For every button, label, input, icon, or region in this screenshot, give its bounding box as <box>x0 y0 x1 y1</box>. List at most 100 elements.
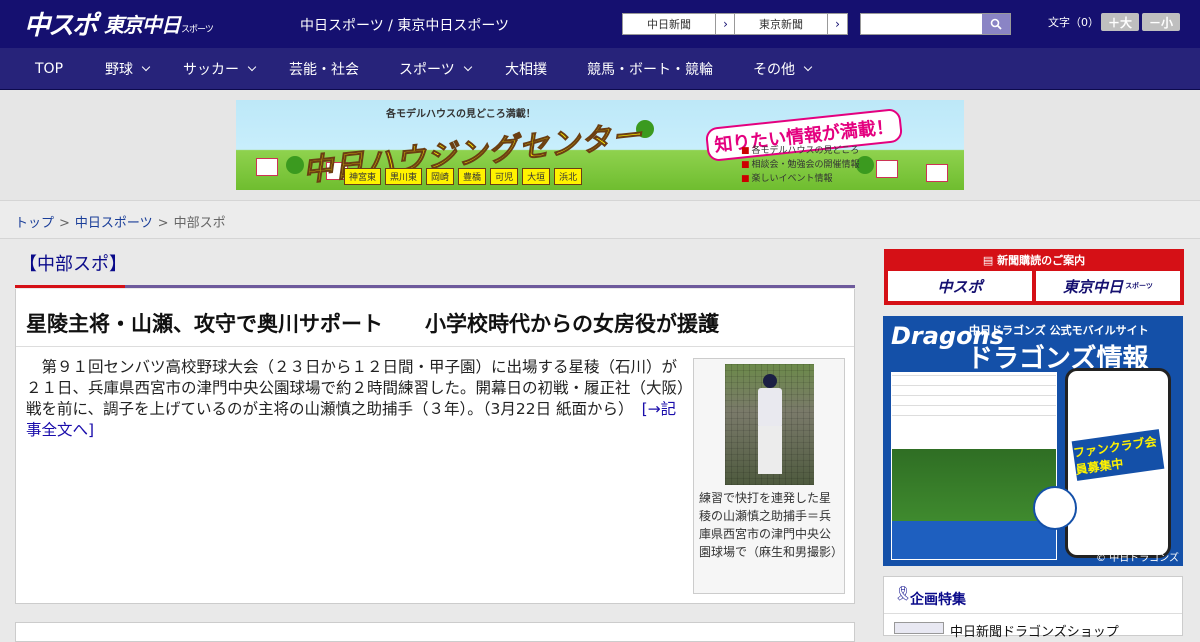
screen-footer-illustration <box>892 521 1056 559</box>
breadcrumb: トップ > 中日スポーツ > 中部スポ <box>15 212 226 231</box>
housing-center-ad[interactable]: 各モデルハウスの見どころ満載！ 中日ハウジングセンター 知りたい情報が満載！ 各… <box>236 100 964 190</box>
dragons-screen-mockup <box>891 372 1057 560</box>
subscription-title-text: 新聞購読のご案内 <box>997 254 1086 267</box>
special-features-title: 企画特集 <box>910 592 966 608</box>
dragons-shop-link[interactable]: 中日新聞ドラゴンズショップ <box>950 621 1119 640</box>
ad-top-text: 各モデルハウスの見どころ満載！ <box>386 109 536 120</box>
section-header: 【中部スポ】 <box>15 248 855 288</box>
nav-item-baseball[interactable]: 野球 <box>105 48 151 90</box>
nav-label: 大相撲 <box>505 62 547 78</box>
article-title[interactable]: 星陵主将・山瀬、攻守で奥川サポート 小学校時代からの女房役が援護 <box>26 308 719 338</box>
section-divider-accent <box>15 285 125 288</box>
chevron-down-icon <box>463 62 472 72</box>
fanclub-banner: ファンクラブ会員募集中 <box>1071 429 1165 481</box>
font-size-label: 文字（0） <box>1048 16 1099 29</box>
ad-bullet: 各モデルハウスの見どころ <box>741 144 860 158</box>
house-illustration <box>926 164 948 182</box>
ad-city: 黒川東 <box>385 168 423 185</box>
ad-city: 神宮東 <box>344 168 382 185</box>
site-tagline: 中日スポーツ / 東京中日スポーツ <box>300 18 510 34</box>
article-header: 星陵主将・山瀬、攻守で奥川サポート 小学校時代からの女房役が援護 <box>16 289 854 347</box>
section-divider <box>15 285 855 288</box>
search-input[interactable] <box>861 14 983 34</box>
article-card: 星陵主将・山瀬、攻守で奥川サポート 小学校時代からの女房役が援護 第９１回センバ… <box>15 289 855 604</box>
article-photo[interactable] <box>725 364 814 485</box>
breadcrumb-bar: トップ > 中日スポーツ > 中部スポ <box>0 200 1200 239</box>
special-features-box: 🎗 企画特集 中日新聞ドラゴンズショップ <box>883 576 1183 640</box>
ext-link-label: 中日新聞 <box>647 18 691 31</box>
font-size-down-button[interactable]: －小 <box>1142 13 1180 31</box>
ad-bullets: 各モデルハウスの見どころ 相談会・勉強会の開催情報 楽しいイベント情報 <box>741 144 860 186</box>
subscribe-chuspo-button[interactable]: 中スポ <box>888 271 1032 301</box>
breadcrumb-separator: > <box>157 216 169 231</box>
search-button[interactable] <box>982 14 1010 34</box>
breadcrumb-top[interactable]: トップ <box>15 216 54 231</box>
nav-item-top[interactable]: TOP <box>35 48 63 90</box>
breadcrumb-chunichi-sports[interactable]: 中日スポーツ <box>75 216 153 231</box>
chevron-right-icon: › <box>827 14 847 34</box>
subscribe-button-small: スポーツ <box>1125 282 1153 290</box>
logo-sub-small: スポーツ <box>181 24 214 35</box>
photo-player-legs <box>758 426 782 474</box>
chevron-down-icon <box>141 62 151 72</box>
nav-label: 野球 <box>105 62 133 78</box>
mascot-illustration <box>1033 486 1077 530</box>
subscribe-button-label: 中スポ <box>937 277 983 296</box>
logo-tokyo-chunichi: 東京中日スポーツ <box>104 9 214 38</box>
article-summary: 第９１回センバツ高校野球大会（２３日から１２日間・甲子園）に出場する星稜（石川）… <box>26 357 686 441</box>
dragons-mobile-ad[interactable]: Dragons 中日ドラゴンズ 公式モバイルサイト ドラゴンズ情報 ファンクラブ… <box>883 316 1183 566</box>
ad-city: 豊橋 <box>458 168 487 185</box>
nav-item-sumo[interactable]: 大相撲 <box>505 48 547 90</box>
chevron-down-icon <box>803 62 813 72</box>
house-illustration <box>256 158 278 176</box>
search-box <box>860 13 1011 35</box>
ext-link-label: 東京新聞 <box>759 18 803 31</box>
site-logo[interactable]: 中スポ 東京中日スポーツ <box>24 8 214 41</box>
nav-item-entertainment[interactable]: 芸能・社会 <box>289 48 359 90</box>
phone-mockup: ファンクラブ会員募集中 <box>1065 368 1171 558</box>
next-article-card <box>15 622 855 642</box>
subscribe-button-label: 東京中日 <box>1063 277 1124 296</box>
search-icon <box>990 18 1002 30</box>
site-header: 中スポ 東京中日スポーツ 中日スポーツ / 東京中日スポーツ 中日新聞 › 東京… <box>0 0 1200 48</box>
chunichi-shimbun-link[interactable]: 中日新聞 › <box>622 13 736 35</box>
article-body-text: 第９１回センバツ高校野球大会（２３日から１２日間・甲子園）に出場する星稜（石川）… <box>26 358 685 418</box>
nav-label: その他 <box>753 62 795 78</box>
photo-caption: 練習で快打を連発した星稜の山瀬慎之助捕手＝兵庫県西宮市の津門中央公園球場で（麻生… <box>699 491 844 559</box>
special-features-divider <box>884 613 1182 614</box>
field-illustration <box>892 449 1056 521</box>
ad-bullet: 相談会・勉強会の開催情報 <box>741 158 860 172</box>
subscription-title: ▤ 新聞購読のご案内 <box>885 252 1183 268</box>
chevron-down-icon <box>247 62 257 72</box>
nav-item-other[interactable]: その他 <box>753 48 813 90</box>
section-title: 【中部スポ】 <box>19 254 127 275</box>
subscription-box: ▤ 新聞購読のご案内 中スポ 東京中日 スポーツ <box>884 249 1184 305</box>
ad-bullet: 楽しいイベント情報 <box>741 172 860 186</box>
nav-item-sports[interactable]: スポーツ <box>399 48 472 90</box>
article-photo-box: 練習で快打を連発した星稜の山瀬慎之助捕手＝兵庫県西宮市の津門中央公園球場で（麻生… <box>693 358 845 594</box>
nav-item-soccer[interactable]: サッカー <box>183 48 257 90</box>
nav-item-racing[interactable]: 競馬・ボート・競輪 <box>587 48 713 90</box>
dragons-copyright: © 中日ドラゴンズ <box>1096 553 1179 564</box>
breadcrumb-separator: > <box>59 216 70 231</box>
ad-city: 可児 <box>490 168 519 185</box>
nav-label: 競馬・ボート・競輪 <box>587 62 713 78</box>
subscribe-tokyo-chunichi-button[interactable]: 東京中日 スポーツ <box>1036 271 1180 301</box>
dragons-ad-subtitle: 中日ドラゴンズ 公式モバイルサイト <box>969 324 1149 337</box>
nav-label: TOP <box>35 61 64 77</box>
nav-label: スポーツ <box>399 62 455 78</box>
banner-area: 各モデルハウスの見どころ満載！ 中日ハウジングセンター 知りたい情報が満載！ 各… <box>0 90 1200 200</box>
scoreboard-illustration <box>892 373 1056 425</box>
newspaper-icon: ▤ <box>982 254 998 267</box>
photo-player-head <box>763 374 777 388</box>
photo-player-body <box>758 388 782 428</box>
font-size-up-button[interactable]: ＋大 <box>1101 13 1139 31</box>
main-nav: TOP 野球 サッカー 芸能・社会 スポーツ 大相撲 競馬・ボート・競輪 その他 <box>0 48 1200 90</box>
breadcrumb-current: 中部スポ <box>173 216 226 231</box>
ad-cities: 神宮東 黒川東 岡崎 豊橋 可児 大垣 浜北 <box>344 168 583 185</box>
ad-city: 大垣 <box>522 168 551 185</box>
dragons-shop-thumbnail[interactable] <box>894 622 944 634</box>
tokyo-shimbun-link[interactable]: 東京新聞 › <box>734 13 848 35</box>
ad-city: 浜北 <box>554 168 583 185</box>
house-illustration <box>876 160 898 178</box>
